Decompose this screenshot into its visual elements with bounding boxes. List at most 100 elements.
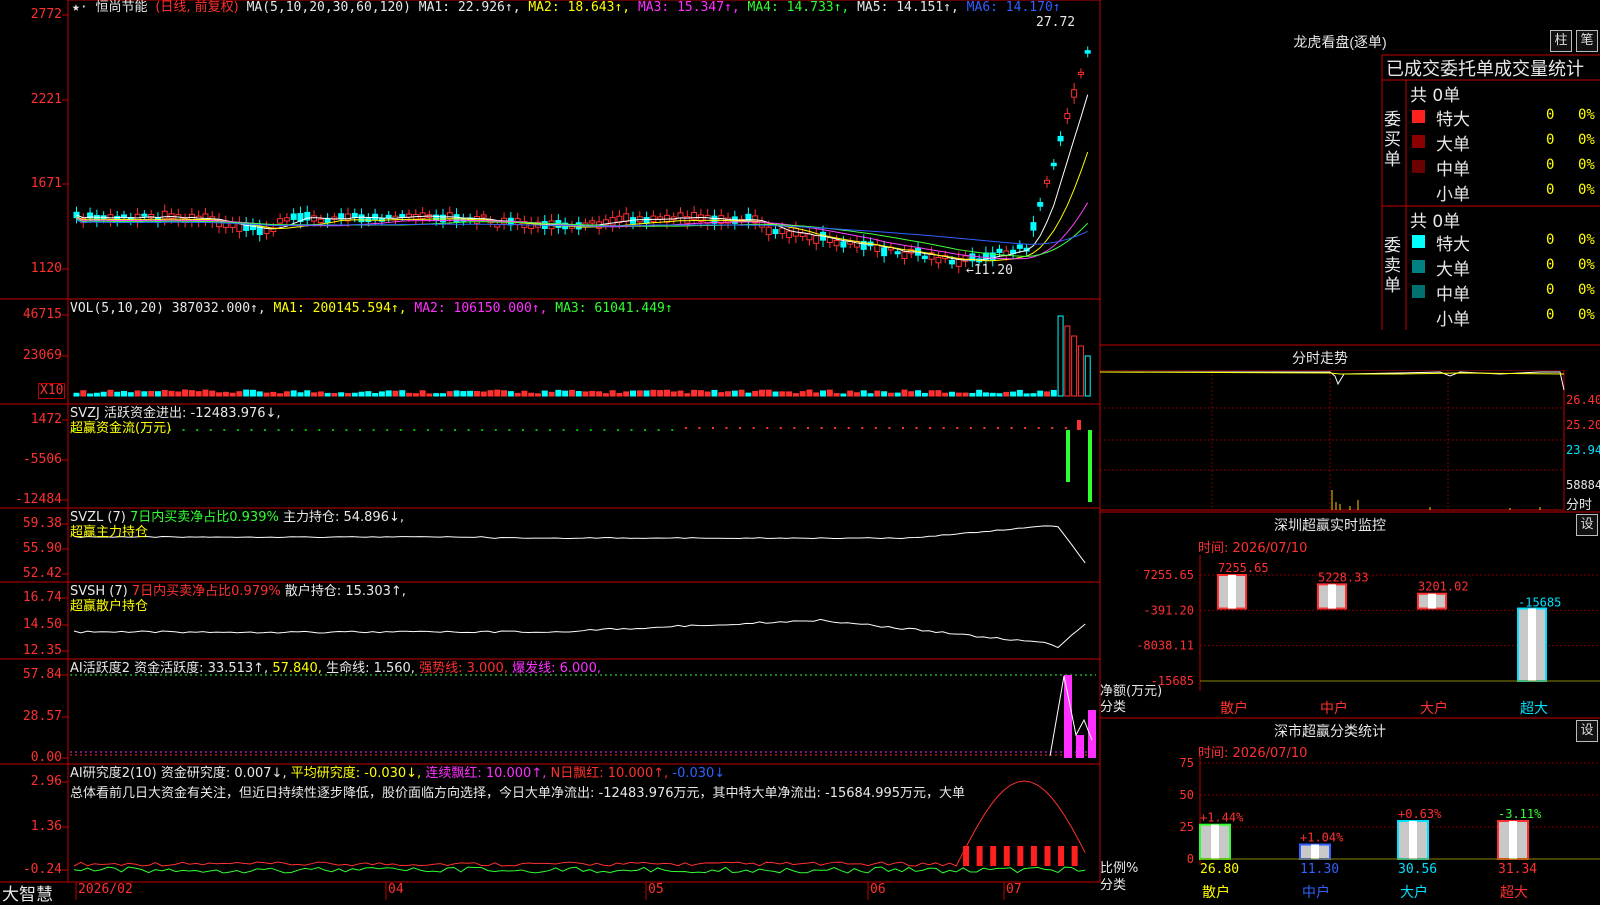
ma6-value: MA6: 14.170↑	[966, 0, 1061, 15]
flow-mark	[1064, 427, 1067, 429]
flow-mark	[929, 427, 932, 429]
classify-settings-button[interactable]: 设	[1576, 720, 1598, 742]
ai1-lifeline: 生命线: 1.560,	[326, 661, 415, 676]
volume-bar	[677, 390, 684, 397]
volume-bar	[372, 392, 379, 397]
candle-body	[786, 230, 793, 239]
candle-body	[141, 213, 148, 217]
flow-mark	[969, 427, 972, 429]
volume-bar	[962, 392, 969, 397]
candle-body	[643, 217, 650, 224]
volume-bar	[148, 390, 155, 397]
flow-mark	[616, 429, 619, 431]
vol-multiplier[interactable]: X10	[38, 383, 66, 399]
volume-bar	[378, 391, 385, 397]
volume-bar	[942, 392, 949, 397]
volume-bar	[127, 392, 134, 397]
row-count: 0	[1546, 257, 1555, 273]
svzl-ratio: 7日内买卖净占比0.939%	[129, 510, 279, 525]
stock-name[interactable]: 恒尚节能	[95, 0, 147, 15]
ma1-value: MA1: 22.926↑,	[418, 0, 521, 15]
candle-body	[765, 226, 772, 236]
row-count: 0	[1546, 107, 1555, 123]
period-label[interactable]: (日线, 前复权)	[155, 0, 238, 15]
volume-bar	[833, 393, 840, 397]
monitor-chart[interactable]: 7255.65 -391.20 -8038.11 -15685 7255.65 散户 522…	[1100, 555, 1600, 715]
ai2-tick: -0.24	[22, 862, 62, 877]
volume-bar	[779, 391, 786, 397]
volume-bar	[840, 393, 847, 397]
star-icon[interactable]: ★·	[72, 0, 88, 15]
volume-bar	[731, 390, 738, 397]
flow-mark	[196, 429, 199, 431]
ma-line	[76, 202, 1089, 260]
classify-chart[interactable]: 75 50 25 0 +1.44% 26.80 散户 +1.04% 11.30 中户 +0.63% 3…	[1100, 755, 1600, 900]
price-tick: 1120	[30, 261, 62, 276]
ai2-header: AI研究度2(10) 资金研究度: 0.007↓, 平均研究度: -0.030↓…	[70, 766, 725, 782]
volume-bar	[948, 391, 955, 397]
legend-swatch	[1412, 135, 1425, 148]
ai1-header: AI活跃度2 资金活跃度: 33.513↑, 57.840, 生命线: 1.56…	[70, 661, 601, 677]
volume-bar	[161, 390, 168, 397]
volume-bar	[575, 391, 582, 397]
candle-body	[935, 256, 942, 264]
row-pct: 0%	[1578, 107, 1595, 123]
candle-body	[650, 215, 657, 222]
high-price-label: 27.72	[1036, 15, 1076, 30]
main-header: ★· 恒尚节能 (日线, 前复权) MA(5,10,20,30,60,120) …	[72, 0, 1061, 16]
volume-bar	[202, 389, 209, 397]
monitor-bar	[1417, 592, 1447, 610]
sell-row-3: 小单 0 0%	[1408, 304, 1600, 330]
volume-bar	[1037, 390, 1044, 397]
volume-bar	[222, 391, 229, 397]
volume-bar	[283, 391, 290, 397]
row-pct: 0%	[1578, 132, 1595, 148]
volume-bar	[467, 390, 474, 397]
classify-change-label: +1.44%	[1200, 811, 1244, 825]
monitor-bar	[1217, 574, 1247, 610]
ai2-avg: 平均研究度: -0.030↓,	[290, 766, 422, 781]
volume-bar	[514, 392, 521, 397]
sell-row-1: 大单 0 0%	[1408, 254, 1600, 280]
ai1-value2: 57.840,	[272, 661, 322, 676]
classify-category: 散户	[1202, 884, 1230, 900]
volume-bar	[826, 389, 833, 397]
flow-mark	[739, 427, 742, 429]
volume-bar	[1064, 325, 1071, 397]
tick-mode-button[interactable]: 笔	[1576, 30, 1598, 52]
candle-body	[806, 233, 813, 241]
volume-bar	[487, 390, 494, 397]
classify-category: 中户	[1302, 884, 1330, 900]
ai2-bar	[1017, 846, 1024, 866]
volume-bar	[412, 393, 419, 397]
candle-body	[799, 232, 806, 237]
volume-bar	[1030, 393, 1037, 397]
flow-mark	[698, 427, 701, 429]
ai2-tick: 1.36	[30, 819, 62, 834]
volume-bar	[188, 390, 195, 397]
volume-bar	[446, 391, 453, 397]
row-label: 小单	[1436, 310, 1470, 330]
bar-mode-button[interactable]: 柱	[1550, 30, 1572, 52]
classify-bar	[1199, 823, 1231, 860]
sell-side-label: 委卖单	[1384, 236, 1401, 296]
volume-bar	[996, 393, 1003, 397]
flow-mark	[277, 429, 280, 431]
ai2-comment: 总体看前几日大资金有关注，但近日持续性逐步降低，股价面临方向选择，今日大单净流出…	[70, 786, 966, 801]
monitor-settings-button[interactable]: 设	[1576, 514, 1598, 536]
volume-bar	[175, 391, 182, 397]
flow-mark	[331, 429, 334, 431]
ai1-strongline: 强势线: 3.000,	[419, 661, 508, 676]
ai2-value: 资金研究度: 0.007↓,	[160, 766, 287, 781]
intraday-chart[interactable]	[1100, 370, 1600, 512]
monitor-ytick: 7255.65	[1143, 568, 1194, 582]
volume-bar	[236, 391, 243, 397]
buy-row-2: 中单 0 0%	[1408, 154, 1600, 180]
monitor-time: 时间: 2026/07/10	[1198, 541, 1308, 556]
price-tick: 2221	[30, 92, 62, 107]
volume-bar	[249, 389, 256, 397]
candle-body	[419, 212, 426, 219]
intraday-title: 分时走势	[1292, 350, 1348, 366]
volume-bar	[548, 391, 555, 397]
buy-total: 共 0单	[1410, 86, 1461, 106]
